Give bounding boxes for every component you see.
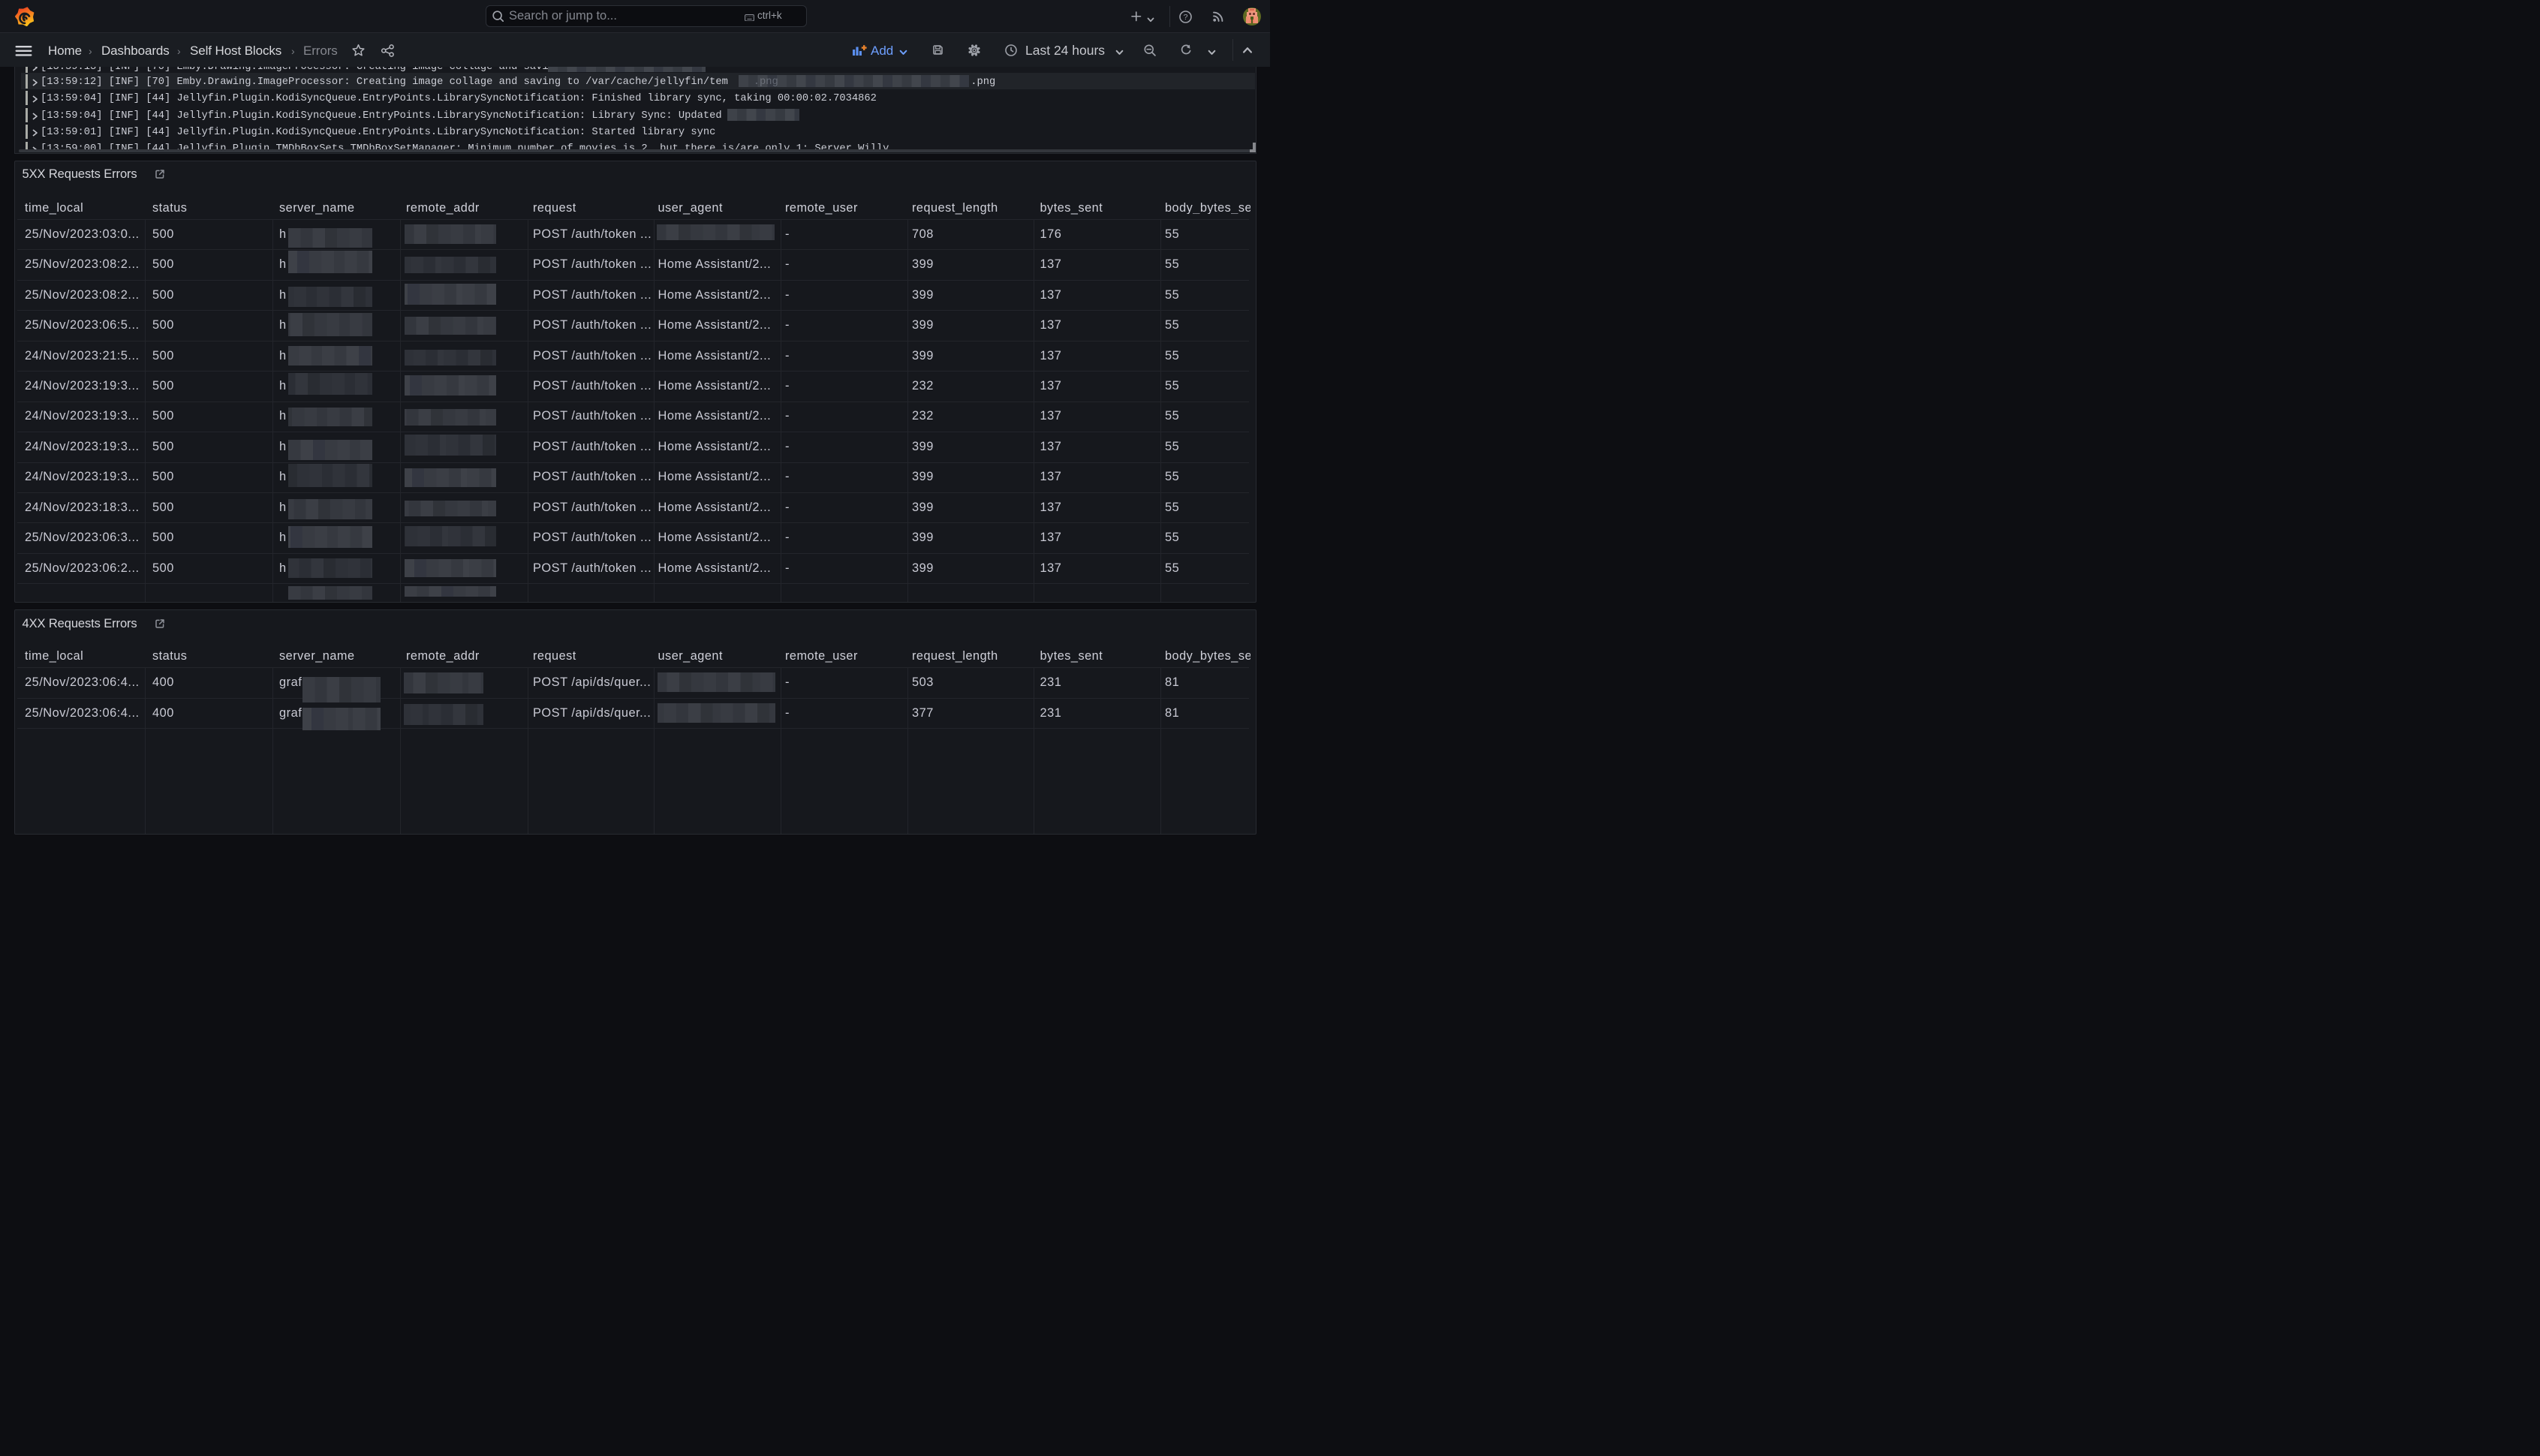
- svg-text:?: ?: [1183, 13, 1187, 22]
